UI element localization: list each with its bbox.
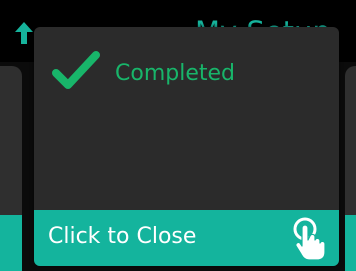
close-button[interactable]: Click to Close: [34, 210, 339, 266]
card-footer-strip: [0, 215, 22, 271]
carousel-card-next[interactable]: [345, 66, 356, 271]
close-button-label: Click to Close: [48, 224, 197, 249]
status-text: Completed: [115, 61, 235, 86]
tap-hand-icon: [293, 217, 326, 261]
completion-dialog: Completed Click to Close: [34, 27, 339, 266]
checkmark-icon: [52, 51, 100, 89]
carousel-card-previous[interactable]: [0, 66, 22, 271]
card-footer-strip: [345, 215, 356, 271]
